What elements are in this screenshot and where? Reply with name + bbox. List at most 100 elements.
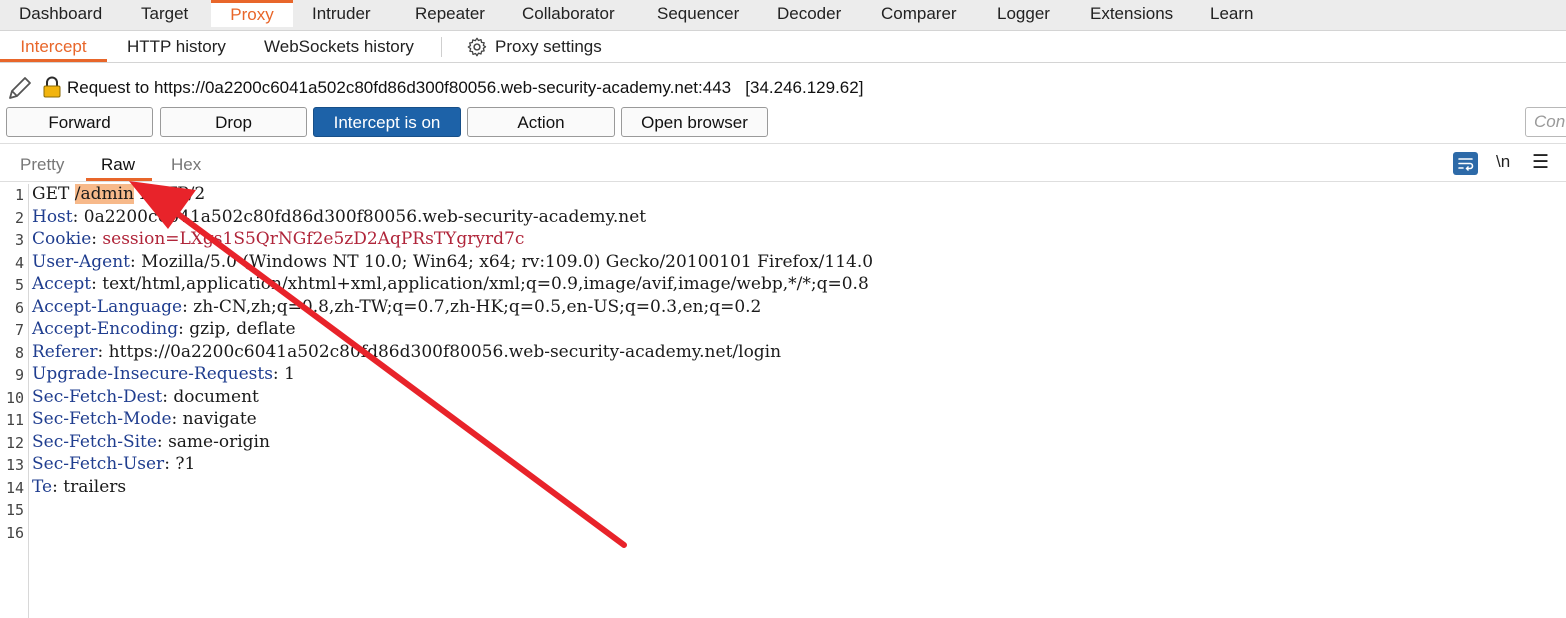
line-number: 8 (14, 343, 24, 362)
header-separator: : (156, 431, 169, 452)
word-wrap-icon[interactable] (1453, 152, 1478, 175)
request-line[interactable]: Referer: https://0a2200c6041a502c80fd86d… (32, 342, 781, 362)
header-value: Mozilla/5.0 (Windows NT 10.0; Win64; x64… (141, 251, 874, 272)
header-separator: : (97, 341, 109, 362)
proxy-sub-nav: Intercept HTTP history WebSockets histor… (0, 31, 1566, 63)
header-name: Sec-Fetch-Site (32, 431, 157, 452)
tab-dashboard[interactable]: Dashboard (19, 0, 102, 30)
header-value: text/html,application/xhtml+xml,applicat… (102, 274, 869, 294)
forward-button[interactable]: Forward (6, 107, 153, 137)
header-name: Accept-Language (32, 296, 183, 317)
header-value: 1 (284, 364, 295, 384)
request-ip: [34.246.129.62] (745, 78, 864, 97)
header-separator: : (162, 386, 174, 407)
line-number: 6 (14, 298, 24, 317)
proxy-settings-link[interactable]: Proxy settings (495, 31, 602, 62)
tab-extensions[interactable]: Extensions (1090, 0, 1173, 30)
line-number: 14 (5, 478, 24, 497)
line-number: 15 (5, 501, 24, 519)
line-number: 2 (14, 208, 24, 227)
header-value: document (173, 386, 259, 407)
tab-http-history[interactable]: HTTP history (127, 31, 226, 62)
tab-intercept[interactable]: Intercept (0, 31, 107, 62)
header-value: zh-CN,zh;q=0.8,zh-TW;q=0.7,zh-HK;q=0.5,e… (193, 296, 762, 317)
line-number: 4 (14, 253, 24, 272)
tab-proxy[interactable]: Proxy (211, 0, 293, 27)
line-number: 16 (5, 523, 24, 542)
request-line[interactable]: Te: trailers (32, 477, 126, 497)
header-value: ?1 (175, 454, 196, 474)
gear-icon[interactable] (466, 36, 488, 58)
drop-button[interactable]: Drop (160, 107, 307, 137)
line-number: 11 (5, 411, 24, 429)
tab-hex[interactable]: Hex (171, 155, 201, 175)
tab-raw[interactable]: Raw (101, 155, 135, 175)
header-name: Sec-Fetch-Mode (32, 409, 172, 429)
header-name: Host (32, 206, 73, 227)
top-nav-bar: Dashboard Target Proxy Intruder Repeater… (0, 0, 1566, 31)
header-name: Upgrade-Insecure-Requests (32, 364, 273, 384)
header-value: trailers (63, 476, 127, 497)
line-number: 13 (5, 456, 24, 474)
header-separator: : (164, 454, 176, 474)
tab-logger[interactable]: Logger (997, 0, 1050, 30)
header-separator: : (129, 251, 142, 272)
lock-icon (43, 76, 61, 98)
toolbar-divider (0, 143, 1566, 144)
request-line[interactable]: Accept-Language: zh-CN,zh;q=0.8,zh-TW;q=… (32, 297, 761, 317)
line-number: 9 (14, 366, 24, 384)
tab-pretty[interactable]: Pretty (20, 155, 64, 175)
editor-divider (0, 181, 1566, 182)
request-line[interactable]: Accept: text/html,application/xhtml+xml,… (32, 274, 869, 294)
request-line[interactable]: GET /admin HTTP/2 (32, 184, 205, 204)
request-method: GET (32, 184, 75, 204)
request-protocol: HTTP/2 (134, 184, 206, 204)
line-number: 10 (5, 388, 24, 407)
tab-websockets-history[interactable]: WebSockets history (264, 31, 414, 62)
header-name: Cookie (32, 229, 92, 249)
header-separator: : (182, 296, 194, 317)
tab-repeater[interactable]: Repeater (415, 0, 485, 30)
line-number: 12 (5, 433, 24, 452)
request-line[interactable]: Upgrade-Insecure-Requests: 1 (32, 364, 295, 384)
header-name: Accept (32, 274, 92, 294)
header-value: gzip, deflate (189, 319, 296, 339)
tab-intruder[interactable]: Intruder (312, 0, 371, 30)
request-line[interactable]: Sec-Fetch-Mode: navigate (32, 409, 257, 429)
header-separator: : (91, 274, 103, 294)
tab-decoder[interactable]: Decoder (777, 0, 841, 30)
line-number: 3 (14, 231, 24, 249)
tab-target[interactable]: Target (141, 0, 188, 30)
newline-toggle-icon[interactable]: \n (1496, 152, 1510, 172)
header-name: Accept-Encoding (32, 319, 179, 339)
intercept-toggle-button[interactable]: Intercept is on (313, 107, 461, 137)
open-browser-button[interactable]: Open browser (621, 107, 768, 137)
request-line[interactable]: Host: 0a2200c6041a502c80fd86d300f80056.w… (32, 207, 646, 227)
header-separator: : (178, 319, 190, 339)
request-line[interactable]: Sec-Fetch-Site: same-origin (32, 432, 270, 452)
tab-learn[interactable]: Learn (1210, 0, 1253, 30)
tab-sequencer[interactable]: Sequencer (657, 0, 739, 30)
comment-input[interactable]: Con (1525, 107, 1566, 137)
header-value: https://0a2200c6041a502c80fd86d300f80056… (108, 341, 782, 362)
action-button[interactable]: Action (467, 107, 615, 137)
request-target: Request to https://0a2200c6041a502c80fd8… (67, 78, 863, 98)
header-separator: : (171, 409, 183, 429)
request-line[interactable]: Sec-Fetch-Dest: document (32, 387, 259, 407)
header-separator: : (91, 229, 103, 249)
header-value: 0a2200c6041a502c80fd86d300f80056.web-sec… (83, 206, 647, 227)
tab-collaborator[interactable]: Collaborator (522, 0, 615, 30)
line-number: 7 (14, 321, 24, 339)
request-line[interactable]: User-Agent: Mozilla/5.0 (Windows NT 10.0… (32, 252, 873, 272)
line-number: 1 (14, 186, 24, 204)
header-name: User-Agent (32, 251, 130, 272)
menu-icon[interactable]: ☰ (1532, 151, 1549, 174)
tab-comparer[interactable]: Comparer (881, 0, 957, 30)
header-separator: : (272, 364, 285, 384)
request-line[interactable]: Cookie: session=LXgs1S5QrNGf2e5zD2AqPRsT… (32, 229, 524, 249)
request-line[interactable]: Sec-Fetch-User: ?1 (32, 454, 195, 474)
header-value: session=LXgs1S5QrNGf2e5zD2AqPRsTYgryrd7c (102, 229, 525, 249)
header-separator: : (72, 206, 84, 227)
request-line[interactable]: Accept-Encoding: gzip, deflate (32, 319, 296, 339)
pencil-icon[interactable] (6, 74, 34, 102)
